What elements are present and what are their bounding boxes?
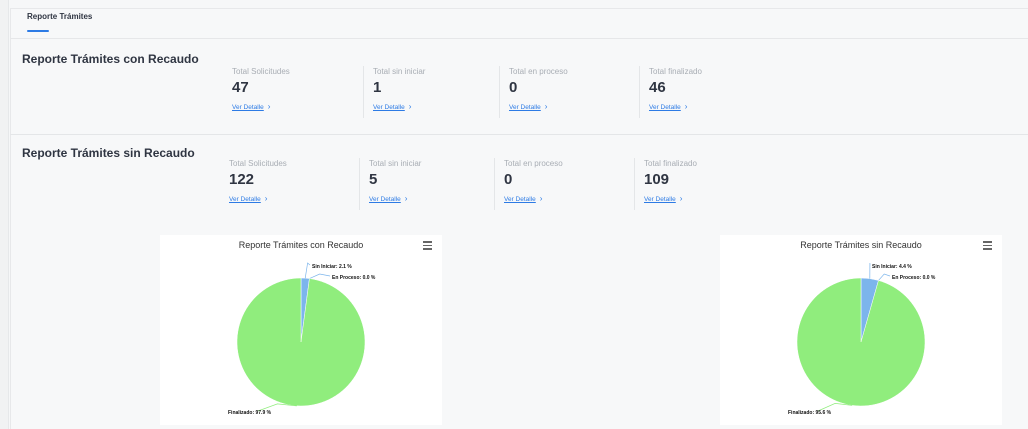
- hamburger-menu-icon[interactable]: [983, 241, 992, 250]
- stat-label: Total sin iniciar: [369, 159, 422, 168]
- ver-detalle-text: Ver Detalle: [232, 104, 264, 111]
- stat-label: Total Solicitudes: [229, 159, 287, 168]
- ver-detalle-text: Ver Detalle: [509, 104, 541, 111]
- pie-slice[interactable]: [236, 277, 366, 407]
- ver-detalle-link[interactable]: Ver Detalle ›: [509, 102, 547, 111]
- stat-total-finalizado-sin: Total finalizado 109 Ver Detalle ›: [634, 158, 770, 210]
- data-label-connector: [304, 262, 311, 279]
- left-rail: [0, 0, 9, 429]
- pie-slice[interactable]: [796, 277, 926, 407]
- tab-bar: Reporte Trámites: [10, 8, 1028, 39]
- ver-detalle-text: Ver Detalle: [373, 104, 405, 111]
- section-divider: [10, 134, 1028, 135]
- chevron-right-icon: ›: [264, 194, 268, 203]
- stat-value: 1: [373, 79, 382, 96]
- stat-value: 0: [509, 79, 518, 96]
- pie-chart-svg: Sin Iniciar: 4.4 % En Proceso: 0.0 % Final…: [788, 262, 936, 416]
- chevron-right-icon: ›: [679, 194, 683, 203]
- stat-total-solicitudes-con: Total Solicitudes 47 Ver Detalle ›: [232, 66, 358, 118]
- ver-detalle-text: Ver Detalle: [649, 104, 681, 111]
- ver-detalle-link[interactable]: Ver Detalle ›: [504, 194, 542, 203]
- tab-reporte-tramites[interactable]: Reporte Trámites: [27, 12, 92, 21]
- stat-value: 109: [644, 171, 670, 188]
- data-label-connector: [878, 273, 891, 281]
- section-title-sin-recaudo: Reporte Trámites sin Recaudo: [22, 146, 195, 160]
- page: Reporte Trámites Reporte Trámites con Re…: [0, 0, 1028, 429]
- stat-value: 47: [232, 79, 249, 96]
- stat-label: Total en proceso: [504, 159, 563, 168]
- pie-data-label: En Proceso: 0.0 %: [892, 275, 936, 281]
- chart-title: Reporte Trámites con Recaudo: [238, 240, 364, 250]
- ver-detalle-link[interactable]: Ver Detalle ›: [373, 102, 411, 111]
- stat-label: Total finalizado: [649, 67, 702, 76]
- hamburger-menu-icon[interactable]: [423, 241, 432, 250]
- ver-detalle-link[interactable]: Ver Detalle ›: [232, 102, 270, 111]
- stat-value: 122: [229, 171, 255, 188]
- chevron-right-icon: ›: [684, 102, 688, 111]
- pie-data-label: Finalizado: 95.6 %: [788, 410, 832, 416]
- ver-detalle-text: Ver Detalle: [229, 196, 261, 203]
- stat-total-en-proceso-sin: Total en proceso 0 Ver Detalle ›: [494, 158, 630, 210]
- stat-total-sin-iniciar-sin: Total sin iniciar 5 Ver Detalle ›: [359, 158, 495, 210]
- ver-detalle-link[interactable]: Ver Detalle ›: [369, 194, 407, 203]
- ver-detalle-link[interactable]: Ver Detalle ›: [229, 194, 267, 203]
- chevron-right-icon: ›: [539, 194, 543, 203]
- chart-title: Reporte Trámites sin Recaudo: [800, 240, 922, 250]
- pie-chart-sin-recaudo: Sin Iniciar: 4.4 % En Proceso: 0.0 % Final…: [720, 235, 1002, 425]
- pie-data-label: Sin Iniciar: 2.1 %: [312, 264, 352, 270]
- ver-detalle-link[interactable]: Ver Detalle ›: [644, 194, 682, 203]
- stat-value: 46: [649, 79, 666, 96]
- pie-data-label: Sin Iniciar: 4.4 %: [872, 264, 912, 270]
- data-label-connector: [309, 273, 331, 279]
- stat-label: Total sin iniciar: [373, 67, 426, 76]
- tab-active-indicator: [27, 30, 49, 32]
- stat-total-solicitudes-sin: Total Solicitudes 122 Ver Detalle ›: [229, 158, 355, 210]
- stat-total-finalizado-con: Total finalizado 46 Ver Detalle ›: [639, 66, 775, 118]
- stat-total-en-proceso-con: Total en proceso 0 Ver Detalle ›: [499, 66, 635, 118]
- section-title-con-recaudo: Reporte Trámites con Recaudo: [22, 52, 199, 66]
- chevron-right-icon: ›: [267, 102, 271, 111]
- stat-label: Total finalizado: [644, 159, 697, 168]
- chevron-right-icon: ›: [404, 194, 408, 203]
- stat-label: Total en proceso: [509, 67, 568, 76]
- chevron-right-icon: ›: [544, 102, 548, 111]
- pie-chart-svg: Sin Iniciar: 2.1 % En Proceso: 0.0 % Final…: [228, 262, 376, 416]
- chevron-right-icon: ›: [408, 102, 412, 111]
- stat-total-sin-iniciar-con: Total sin iniciar 1 Ver Detalle ›: [363, 66, 499, 118]
- pie-chart-con-recaudo: Sin Iniciar: 2.1 % En Proceso: 0.0 % Final…: [160, 235, 442, 425]
- ver-detalle-text: Ver Detalle: [369, 196, 401, 203]
- ver-detalle-text: Ver Detalle: [504, 196, 536, 203]
- stat-value: 0: [504, 171, 513, 188]
- ver-detalle-link[interactable]: Ver Detalle ›: [649, 102, 687, 111]
- stat-label: Total Solicitudes: [232, 67, 290, 76]
- ver-detalle-text: Ver Detalle: [644, 196, 676, 203]
- stat-value: 5: [369, 171, 378, 188]
- pie-data-label: Finalizado: 97.9 %: [228, 410, 272, 416]
- pie-data-label: En Proceso: 0.0 %: [332, 275, 376, 281]
